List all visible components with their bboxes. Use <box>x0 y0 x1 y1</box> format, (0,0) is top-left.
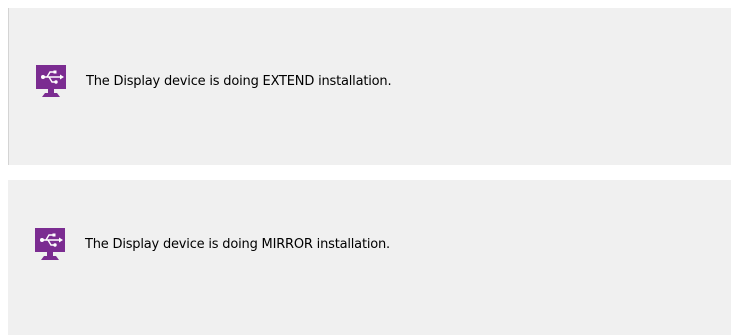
notification-message: The Display device is doing EXTEND insta… <box>86 73 392 89</box>
mirror-notification-panel: The Display device is doing MIRROR insta… <box>8 180 731 335</box>
usb-display-icon <box>35 228 65 260</box>
usb-display-icon <box>36 65 66 97</box>
notification-row: The Display device is doing MIRROR insta… <box>33 227 390 261</box>
notification-row: The Display device is doing EXTEND insta… <box>34 64 392 98</box>
notification-message: The Display device is doing MIRROR insta… <box>85 236 390 252</box>
extend-notification-panel: The Display device is doing EXTEND insta… <box>8 8 731 165</box>
